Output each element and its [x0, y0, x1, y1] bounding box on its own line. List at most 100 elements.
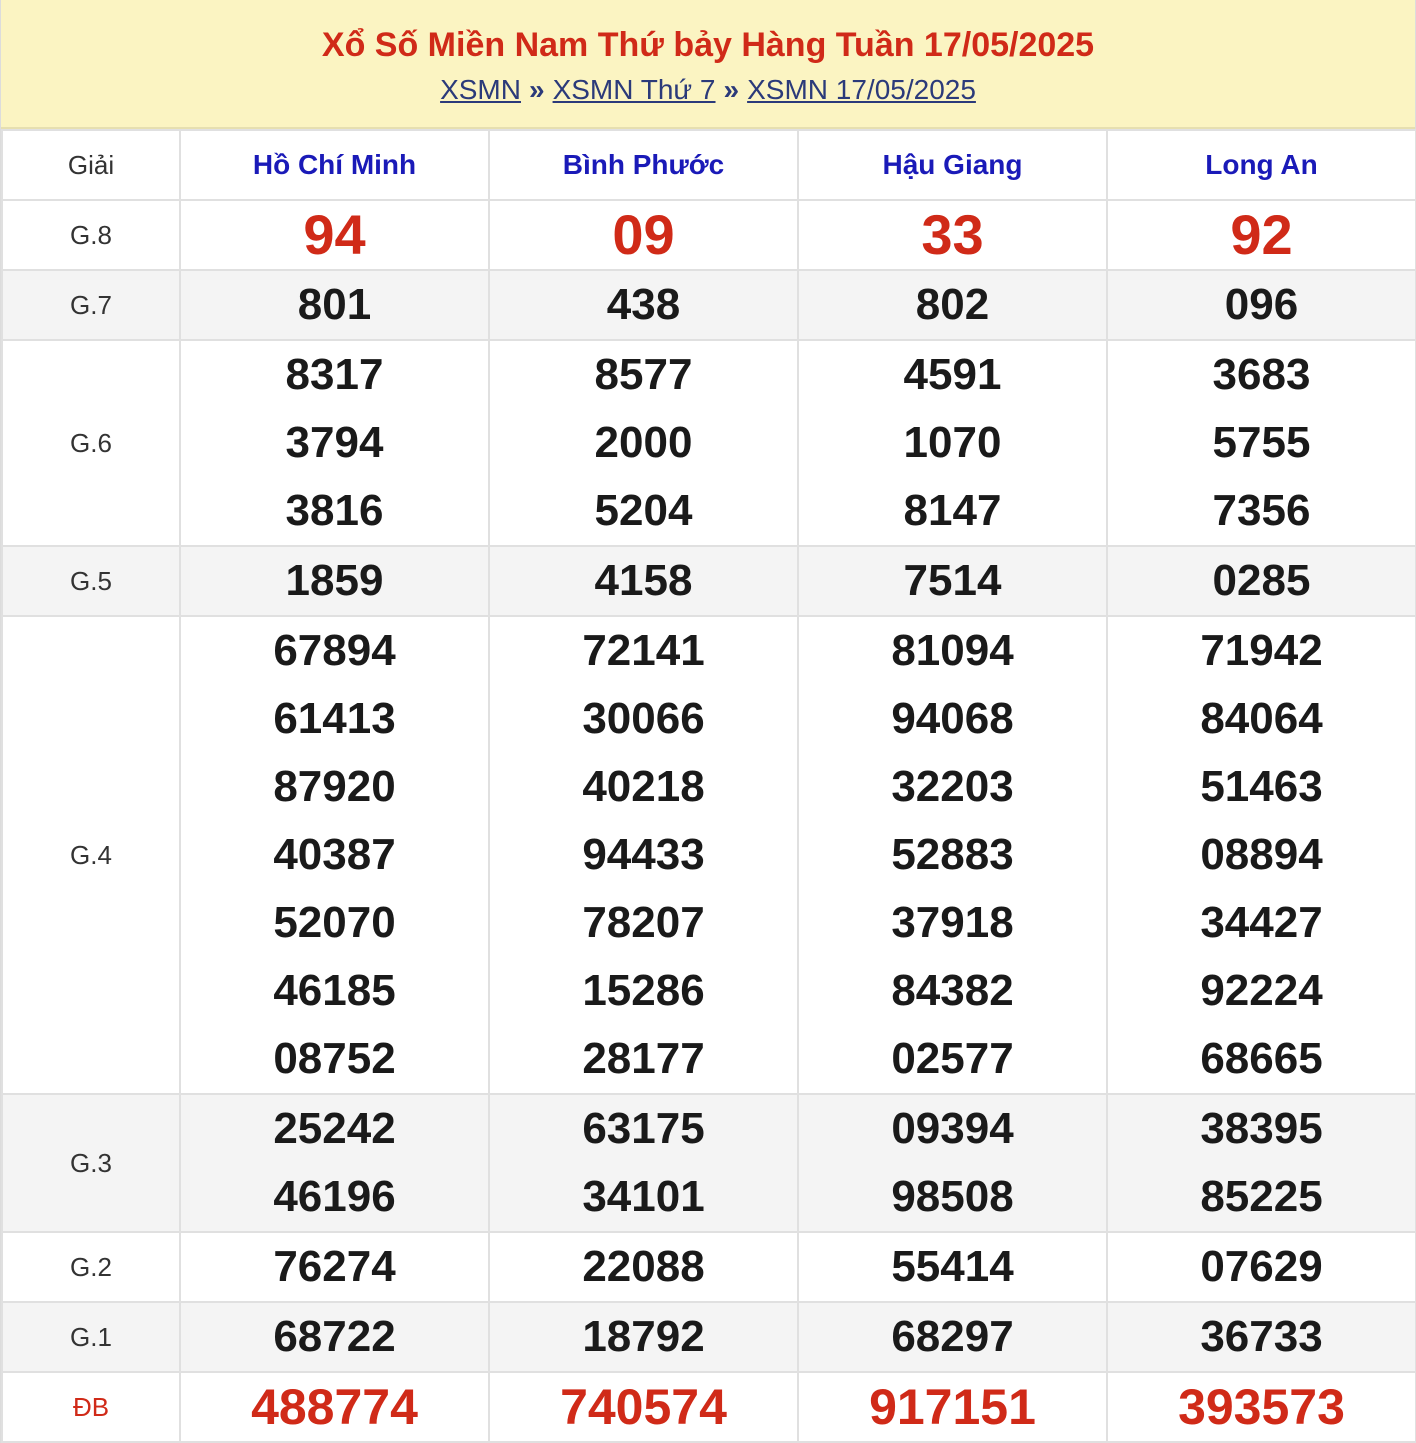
prize-number: 87920 [273, 762, 396, 811]
page-header: Xổ Số Miền Nam Thứ bảy Hàng Tuần 17/05/2… [1, 0, 1415, 129]
result-cell: 68297 [797, 1301, 1108, 1373]
special-prize-number: 917151 [869, 1379, 1036, 1435]
prize-column-header: Giải [1, 129, 181, 201]
result-cell: 8577 2000 5204 [488, 339, 799, 547]
result-cell: 801 [179, 269, 490, 341]
prize-number: 34101 [582, 1172, 705, 1221]
prize-number: 4158 [594, 556, 693, 605]
result-cell: 7514 [797, 545, 1108, 617]
prize-number: 68665 [1200, 1034, 1323, 1083]
province-header-long-an: Long An [1106, 129, 1416, 201]
breadcrumb-xsmn-link[interactable]: XSMN [440, 74, 521, 105]
result-cell: 1859 [179, 545, 490, 617]
prize-number: 94068 [891, 694, 1014, 743]
result-cell: 07629 [1106, 1231, 1416, 1303]
table-row: G.1 68722 18792 68297 36733 [1, 1301, 1416, 1373]
results-table: Giải Hồ Chí Minh Bình Phước Hậu Giang Lo… [1, 129, 1416, 1443]
result-cell: 68722 [179, 1301, 490, 1373]
prize-number: 94433 [582, 830, 705, 879]
prize-label: G.2 [1, 1231, 181, 1303]
result-cell: 438 [488, 269, 799, 341]
prize-number: 22088 [582, 1242, 705, 1291]
table-header-row: Giải Hồ Chí Minh Bình Phước Hậu Giang Lo… [1, 129, 1416, 201]
result-cell: 3683 5755 7356 [1106, 339, 1416, 547]
prize-number: 5204 [594, 486, 693, 535]
prize-number: 7514 [903, 556, 1002, 605]
result-cell: 67894 61413 87920 40387 52070 46185 08752 [179, 615, 490, 1095]
page-title: Xổ Số Miền Nam Thứ bảy Hàng Tuần 17/05/2… [321, 26, 1095, 64]
prize-number: 096 [1224, 280, 1299, 329]
prize-number: 40387 [273, 830, 396, 879]
prize-number: 81094 [891, 626, 1014, 675]
table-row: G.4 67894 61413 87920 40387 52070 46185 08752 72… [1, 615, 1416, 1095]
result-cell: 33 [797, 199, 1108, 271]
prize-number: 46196 [273, 1172, 396, 1221]
table-row: G.3 25242 46196 63175 34101 09394 98508 38395 85… [1, 1093, 1416, 1233]
prize-number: 0285 [1212, 556, 1311, 605]
result-cell: 393573 [1106, 1371, 1416, 1443]
prize-number: 68297 [891, 1312, 1014, 1361]
prize-number: 72141 [582, 626, 705, 675]
table-row: G.5 1859 4158 7514 0285 [1, 545, 1416, 617]
prize-number: 76274 [273, 1242, 396, 1291]
prize-number: 92224 [1200, 966, 1323, 1015]
result-cell: 38395 85225 [1106, 1093, 1416, 1233]
prize-number: 2000 [594, 418, 693, 467]
prize-number: 32203 [891, 762, 1014, 811]
prize-label: G.1 [1, 1301, 181, 1373]
prize-number: 1859 [285, 556, 384, 605]
prize-number: 3816 [285, 486, 384, 535]
result-cell: 25242 46196 [179, 1093, 490, 1233]
prize-number: 1070 [903, 418, 1002, 467]
prize-number: 09394 [891, 1104, 1014, 1153]
result-cell: 0285 [1106, 545, 1416, 617]
prize-number: 37918 [891, 898, 1014, 947]
prize-label: G.6 [1, 339, 181, 547]
breadcrumb-date-link[interactable]: XSMN 17/05/2025 [747, 74, 976, 105]
prize-number: 78207 [582, 898, 705, 947]
prize-number: 46185 [273, 966, 396, 1015]
result-cell: 22088 [488, 1231, 799, 1303]
table-row: G.6 8317 3794 3816 8577 2000 5204 4591 1070 8147 3… [1, 339, 1416, 547]
result-cell: 72141 30066 40218 94433 78207 15286 28177 [488, 615, 799, 1095]
prize-number: 51463 [1200, 762, 1323, 811]
result-cell: 76274 [179, 1231, 490, 1303]
results-container: Xổ Số Miền Nam Thứ bảy Hàng Tuần 17/05/2… [0, 0, 1416, 1443]
prize-label: G.5 [1, 545, 181, 617]
prize-number: 28177 [582, 1034, 705, 1083]
result-cell: 917151 [797, 1371, 1108, 1443]
prize-number: 4591 [903, 350, 1002, 399]
table-row: G.7 801 438 802 096 [1, 269, 1416, 341]
prize-number: 63175 [582, 1104, 705, 1153]
prize-number: 8577 [594, 350, 693, 399]
breadcrumb: XSMN» XSMN Thứ 7» XSMN 17/05/2025 [1, 72, 1415, 108]
prize-number: 07629 [1200, 1242, 1323, 1291]
result-cell: 4158 [488, 545, 799, 617]
special-prize-number: 740574 [560, 1379, 727, 1435]
prize-number: 94 [303, 203, 366, 266]
table-row: ĐB 488774 740574 917151 393573 [1, 1371, 1416, 1443]
prize-number: 09 [612, 203, 675, 266]
prize-number: 52070 [273, 898, 396, 947]
prize-number: 7356 [1212, 486, 1311, 535]
breadcrumb-xsmn-thu7-link[interactable]: XSMN Thứ 7 [553, 74, 716, 105]
prize-number: 25242 [273, 1104, 396, 1153]
prize-label: G.7 [1, 269, 181, 341]
prize-number: 802 [915, 280, 990, 329]
prize-number: 61413 [273, 694, 396, 743]
prize-label: ĐB [1, 1371, 181, 1443]
result-cell: 94 [179, 199, 490, 271]
result-cell: 36733 [1106, 1301, 1416, 1373]
prize-number: 18792 [582, 1312, 705, 1361]
prize-number: 68722 [273, 1312, 396, 1361]
prize-number: 71942 [1200, 626, 1323, 675]
prize-number: 02577 [891, 1034, 1014, 1083]
prize-number: 38395 [1200, 1104, 1323, 1153]
result-cell: 92 [1106, 199, 1416, 271]
prize-number: 5755 [1212, 418, 1311, 467]
prize-number: 84064 [1200, 694, 1323, 743]
special-prize-number: 393573 [1178, 1379, 1345, 1435]
result-cell: 740574 [488, 1371, 799, 1443]
result-cell: 096 [1106, 269, 1416, 341]
result-cell: 09394 98508 [797, 1093, 1108, 1233]
